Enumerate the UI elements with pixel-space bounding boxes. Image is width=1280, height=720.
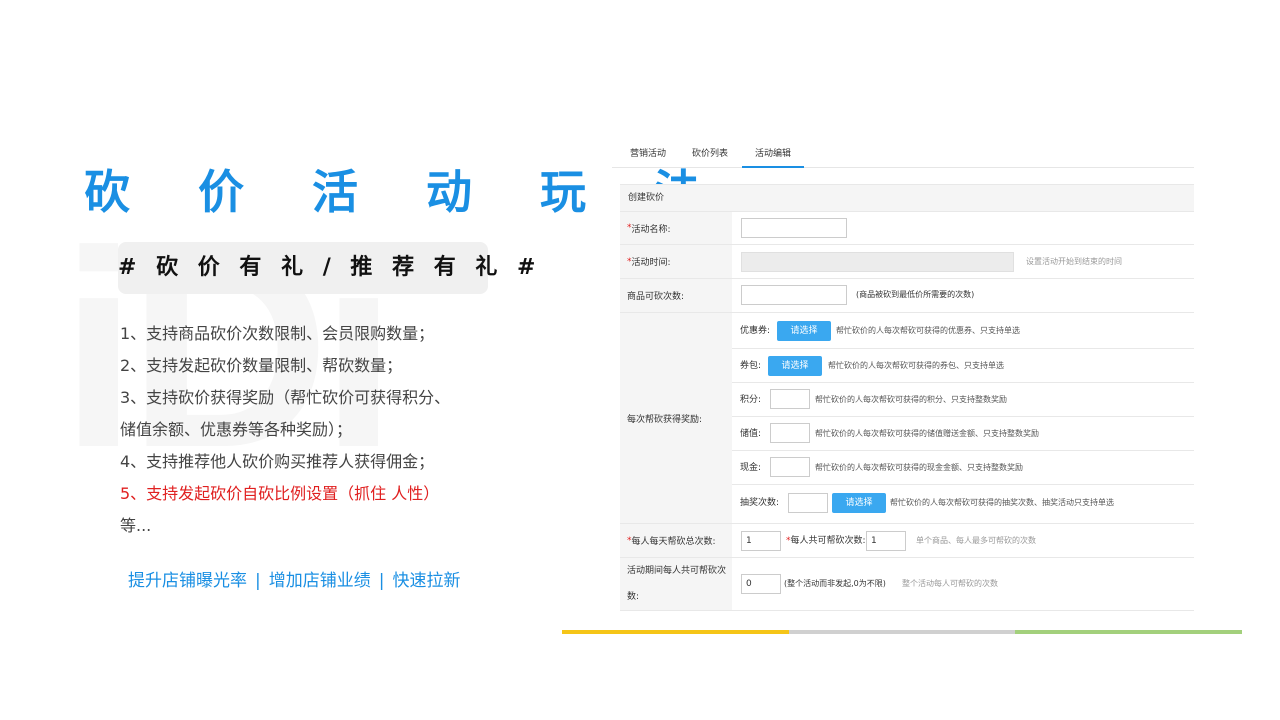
feature-item-highlight: 5、支持发起砍价自砍比例设置（抓住 人性） [120,484,440,503]
admin-screenshot: 营销活动 砍价列表 活动编辑 创建砍价 * 活动名称: * 活动时间: 设置活动开始… [612,140,1194,614]
balance-input[interactable] [770,423,810,443]
coupon-select-button[interactable]: 请选择 [777,321,831,341]
points-hint: 帮忙砍价的人每次帮砍可获得的积分、只支持整数奖励 [815,395,1007,404]
total-limit-hint: 单个商品、每人最多可帮砍的次数 [916,536,1036,545]
lottery-input[interactable] [788,493,828,513]
daily-limit-label: 每人每天帮砍总次数: [631,537,716,547]
reward-points: 积分: 帮忙砍价的人每次帮砍可获得的积分、只支持整数奖励 [732,383,1194,417]
activity-time-hint: 设置活动开始到结束的时间 [1026,257,1122,266]
slogan: 提升店铺曝光率 | 增加店铺业绩 | 快速拉新 [128,566,528,596]
row-cut-count: 商品可砍次数: (商品被砍到最低价所需要的次数) [620,279,1194,313]
reward-package: 券包: 请选择 帮忙砍价的人每次帮砍可获得的券包、只支持单选 [732,349,1194,383]
feature-item: 1、支持商品砍价次数限制、会员限购数量； [120,324,435,343]
accent-bar-green [1015,630,1242,634]
page-title: 砍 价 活 动 玩 法 [84,165,727,219]
feature-item: 等... [120,516,152,535]
activity-name-input[interactable] [741,218,847,238]
package-hint: 帮忙砍价的人每次帮砍可获得的券包、只支持单选 [828,361,1004,370]
cut-count-hint: (商品被砍到最低价所需要的次数) [856,290,975,299]
create-bargain-form: 创建砍价 * 活动名称: * 活动时间: 设置活动开始到结束的时间 商品可砍次数: … [620,184,1194,611]
feature-item: 4、支持推荐他人砍价购买推荐人获得佣金； [120,452,435,471]
reward-coupon: 优惠券: 请选择 帮忙砍价的人每次帮砍可获得的优惠券、只支持单选 [732,313,1194,349]
slogan-item: 增加店铺业绩 [268,571,371,591]
feature-list: 1、支持商品砍价次数限制、会员限购数量； 2、支持发起砍价数量限制、帮砍数量； … [120,318,500,542]
slogan-item: 提升店铺曝光率 [128,571,247,591]
activity-time-label: 活动时间: [631,258,671,268]
slogan-separator: | [255,571,261,591]
points-input[interactable] [770,389,810,409]
period-limit-hint: 整个活动每人可帮砍的次数 [902,579,998,588]
coupon-label: 优惠券: [740,326,771,336]
tab-bar: 营销活动 砍价列表 活动编辑 [612,140,1194,168]
period-limit-note: (整个活动而非发起,0为不限) [784,579,886,588]
cash-hint: 帮忙砍价的人每次帮砍可获得的现金金额、只支持整数奖励 [815,463,1023,472]
tab-activity-edit[interactable]: 活动编辑 [742,140,804,168]
feature-item: 2、支持发起砍价数量限制、帮砍数量； [120,356,403,375]
tab-marketing[interactable]: 营销活动 [622,140,674,168]
row-rewards: 每次帮砍获得奖励: 优惠券: 请选择 帮忙砍价的人每次帮砍可获得的优惠券、只支持… [620,313,1194,524]
package-select-button[interactable]: 请选择 [768,356,822,376]
row-activity-name: * 活动名称: [620,212,1194,245]
cash-input[interactable] [770,457,810,477]
lottery-label: 抽奖次数: [740,498,780,508]
package-label: 券包: [740,361,762,371]
tab-bargain-list[interactable]: 砍价列表 [684,140,736,168]
period-limit-label-cont: 数: [627,592,640,602]
cut-count-label: 商品可砍次数: [620,279,732,312]
activity-time-picker[interactable] [741,252,1014,272]
cash-label: 现金: [740,463,762,473]
lottery-hint: 帮忙砍价的人每次帮砍可获得的抽奖次数、抽奖活动只支持单选 [890,498,1114,507]
coupon-hint: 帮忙砍价的人每次帮砍可获得的优惠券、只支持单选 [836,326,1020,335]
total-limit-input[interactable]: 1 [866,531,906,551]
reward-lottery: 抽奖次数: 请选择 帮忙砍价的人每次帮砍可获得的抽奖次数、抽奖活动只支持单选 [732,485,1194,523]
lottery-select-button[interactable]: 请选择 [832,493,886,513]
activity-name-label: 活动名称: [631,224,671,235]
accent-bar-gray [789,630,1015,634]
feature-item: 3、支持砍价获得奖励（帮忙砍价可获得积分、 [120,388,451,407]
cut-count-input[interactable] [741,285,847,305]
period-limit-label: 活动期间每人共可帮砍次 [627,566,727,576]
row-period-limit: 活动期间每人共可帮砍次 数: 0 (整个活动而非发起,0为不限) 整个活动每人可… [620,558,1194,611]
hashtag-banner: # 砍 价 有 礼 / 推 荐 有 礼 # [118,242,536,294]
balance-hint: 帮忙砍价的人每次帮砍可获得的储值赠送金额、只支持整数奖励 [815,429,1039,438]
feature-item: 储值余额、优惠券等各种奖励）； [120,420,353,439]
reward-cash: 现金: 帮忙砍价的人每次帮砍可获得的现金金额、只支持整数奖励 [732,451,1194,485]
row-activity-time: * 活动时间: 设置活动开始到结束的时间 [620,245,1194,279]
slogan-separator: | [378,571,385,591]
period-limit-input[interactable]: 0 [741,574,781,594]
balance-label: 储值: [740,429,762,439]
slogan-item: 快速拉新 [392,571,461,591]
daily-limit-input[interactable]: 1 [741,531,781,551]
total-limit-label: 每人共可帮砍次数: [790,536,866,546]
points-label: 积分: [740,395,762,405]
reward-balance: 储值: 帮忙砍价的人每次帮砍可获得的储值赠送金额、只支持整数奖励 [732,417,1194,451]
row-daily-limit: * 每人每天帮砍总次数: 1 *每人共可帮砍次数: 1 单个商品、每人最多可帮砍的… [620,524,1194,558]
rewards-label: 每次帮砍获得奖励: [620,313,732,523]
accent-bar-yellow [562,630,789,634]
form-title: 创建砍价 [620,185,1194,212]
